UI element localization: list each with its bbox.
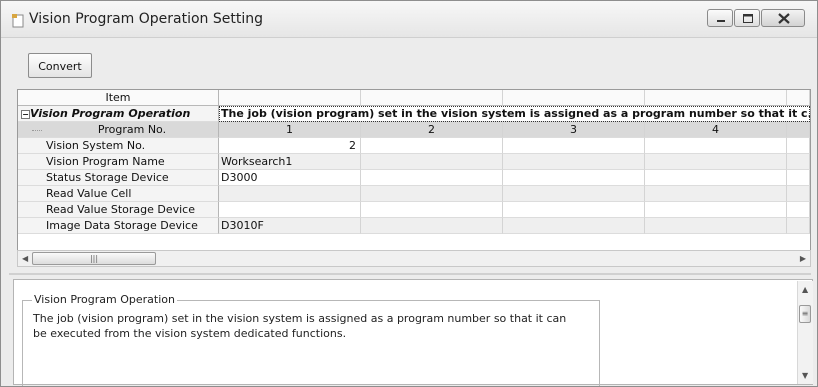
minimize-icon (717, 20, 725, 22)
grid-cell[interactable] (787, 154, 810, 170)
row-label: Vision Program Name (18, 154, 219, 170)
column-header (361, 90, 503, 106)
grid-cell[interactable] (361, 218, 503, 234)
grid-cell[interactable] (787, 202, 810, 218)
grid-cell[interactable] (503, 170, 645, 186)
description-panel: Vision Program Operation The job (vision… (13, 279, 813, 386)
scroll-left-icon[interactable]: ◀ (22, 254, 28, 263)
program-number-cell[interactable]: 1 (219, 122, 361, 138)
minimize-button[interactable] (707, 9, 733, 27)
column-header (503, 90, 645, 106)
column-header (787, 90, 810, 106)
grid-cell[interactable] (503, 154, 645, 170)
grid-cell[interactable] (645, 154, 787, 170)
row-label: Status Storage Device (18, 170, 219, 186)
read-value-storage-device-cell[interactable] (219, 202, 361, 218)
column-header (645, 90, 787, 106)
document-icon (12, 14, 24, 28)
vertical-scrollbar[interactable]: ▲ ≡ ▼ (797, 281, 813, 384)
grid-cell[interactable] (503, 138, 645, 154)
scroll-up-icon[interactable]: ▲ (802, 285, 808, 294)
grid-cell[interactable] (645, 218, 787, 234)
scroll-right-icon[interactable]: ▶ (800, 254, 806, 263)
row-label: Vision System No. (18, 138, 219, 154)
maximize-icon (743, 14, 753, 23)
program-number-cell[interactable]: 3 (503, 122, 645, 138)
window-title: Vision Program Operation Setting (29, 11, 264, 27)
close-icon (778, 13, 790, 24)
close-button[interactable] (761, 9, 805, 27)
root-label-text: Vision Program Operation (30, 107, 191, 120)
settings-grid[interactable]: Item − Vision Program Operation The job … (17, 89, 811, 267)
row-label: Read Value Cell (18, 186, 219, 202)
table-row-root[interactable]: − Vision Program Operation The job (visi… (18, 106, 810, 122)
table-row[interactable]: Image Data Storage Device D3010F (18, 218, 810, 234)
grid-cell[interactable] (645, 186, 787, 202)
read-value-cell[interactable] (219, 186, 361, 202)
scroll-thumb[interactable]: ≡ (799, 305, 811, 323)
row-label: Program No. (18, 122, 219, 138)
table-row[interactable]: Read Value Storage Device (18, 202, 810, 218)
grid-cell[interactable] (645, 202, 787, 218)
row-label: Read Value Storage Device (18, 202, 219, 218)
description-text: The job (vision program) set in the visi… (33, 312, 567, 340)
description-title: Vision Program Operation (32, 293, 177, 306)
grid-cell[interactable] (787, 218, 810, 234)
program-number-cell[interactable]: 4 (645, 122, 787, 138)
grid-empty-area (18, 234, 810, 250)
grid-cell[interactable] (361, 170, 503, 186)
table-row[interactable]: Program No. 1 2 3 4 (18, 122, 810, 138)
grid-cell[interactable] (361, 154, 503, 170)
grid-cell[interactable] (503, 202, 645, 218)
grid-cell[interactable] (503, 218, 645, 234)
maximize-button[interactable] (734, 9, 760, 27)
table-row[interactable]: Status Storage Device D3000 (18, 170, 810, 186)
vision-system-no-cell[interactable]: 2 (219, 138, 361, 154)
minus-box-icon[interactable]: − (21, 110, 30, 119)
horizontal-scrollbar[interactable]: ◀ ||| ▶ (17, 250, 811, 267)
grid-cell[interactable] (787, 186, 810, 202)
table-row[interactable]: Vision System No. 2 (18, 138, 810, 154)
grid-cell[interactable] (787, 138, 810, 154)
vision-program-name-cell[interactable]: Worksearch1 (219, 154, 361, 170)
splitter[interactable] (9, 273, 811, 275)
grid-cell[interactable] (361, 186, 503, 202)
root-description: The job (vision program) set in the visi… (219, 106, 810, 122)
table-row[interactable]: Read Value Cell (18, 186, 810, 202)
grid-header-row: Item (18, 90, 810, 106)
grid-cell[interactable] (645, 138, 787, 154)
row-label: Image Data Storage Device (18, 218, 219, 234)
title-bar[interactable]: Vision Program Operation Setting (1, 1, 817, 38)
status-storage-device-cell[interactable]: D3000 (219, 170, 361, 186)
grid-cell[interactable] (645, 170, 787, 186)
grid-cell[interactable] (361, 138, 503, 154)
grid-cell[interactable] (503, 186, 645, 202)
image-data-storage-device-cell[interactable]: D3010F (219, 218, 361, 234)
grid-cell[interactable] (787, 170, 810, 186)
grid-cell[interactable] (787, 122, 810, 138)
program-number-cell[interactable]: 2 (361, 122, 503, 138)
scroll-down-icon[interactable]: ▼ (802, 371, 808, 380)
convert-button[interactable]: Convert (28, 53, 92, 78)
tree-root-label[interactable]: − Vision Program Operation (18, 106, 219, 122)
dialog-window: Vision Program Operation Setting Convert… (0, 0, 818, 387)
table-row[interactable]: Vision Program Name Worksearch1 (18, 154, 810, 170)
scroll-thumb[interactable]: ||| (32, 252, 156, 265)
grid-cell[interactable] (361, 202, 503, 218)
column-header (219, 90, 361, 106)
column-header-item: Item (18, 90, 219, 106)
